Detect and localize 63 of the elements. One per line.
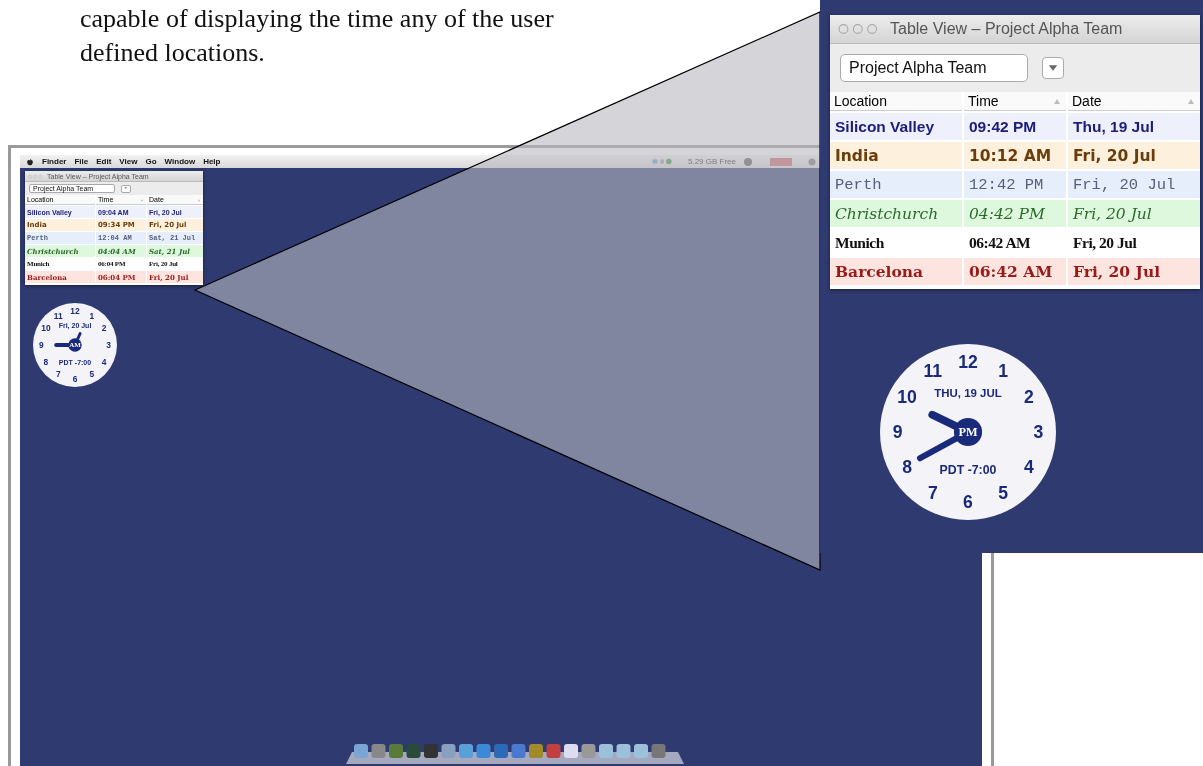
menu-item[interactable]: File (74, 157, 89, 166)
column-header[interactable]: Location (830, 92, 962, 111)
clock-numeral: 12 (958, 351, 978, 372)
clock-numeral: 6 (72, 373, 78, 384)
clock-numeral: 9 (39, 340, 44, 350)
column-header[interactable]: Date (1068, 92, 1200, 111)
clock-numeral: 6 (963, 492, 973, 513)
table-cell: 12:42 PM (964, 171, 1066, 198)
menu-item[interactable]: Help (203, 157, 221, 166)
clock-hands-drawing (54, 332, 82, 352)
table-cell: Christchurch (830, 200, 962, 227)
table-cell: Silicon Valley (830, 113, 962, 140)
table-cell: Fri, 20 Jul (1068, 142, 1200, 169)
disk-status: 5.29 GB Free (687, 157, 736, 166)
clock-numeral: 1 (89, 310, 95, 321)
table-cell: Fri, 20 Jul (1068, 171, 1200, 198)
clock-numeral: 4 (101, 356, 107, 367)
clock-numeral: 12 (70, 306, 80, 317)
menu-item[interactable]: Go (145, 157, 157, 166)
table-cell: Thu, 19 Jul (1068, 113, 1200, 140)
caption-text: capable of displaying the time any of the user defined locations. (80, 3, 554, 69)
window-buttons-icon[interactable] (28, 173, 44, 179)
clock-numeral: 9 (892, 422, 903, 442)
clock-numeral: 3 (106, 340, 111, 350)
table-cell: Fri, 20 Jul (1068, 258, 1200, 285)
table-cell: Perth (830, 171, 962, 198)
clock-numeral: 10 (897, 386, 917, 407)
clock-numeral: 3 (1033, 422, 1044, 442)
clock-numeral: 8 (902, 457, 912, 478)
table-cell: 04:42 PM (964, 200, 1066, 227)
clock-numeral: 7 (927, 482, 938, 503)
clock-numeral: 4 (1024, 457, 1034, 478)
clock-numeral: 10 (41, 323, 51, 334)
table-cell: Fri, 20 Jul (1068, 200, 1200, 227)
clock-date: THU, 19 JUL (934, 386, 1002, 399)
table-cell: India (830, 142, 962, 169)
clock-numeral: 1 (998, 361, 1009, 382)
table-cell: Barcelona (830, 258, 962, 285)
clock-numeral: 2 (1024, 386, 1034, 407)
clock-numeral: 7 (55, 369, 61, 380)
clock-numeral: 5 (89, 369, 95, 380)
table-cell: 10:12 AM (964, 142, 1066, 169)
group-selector[interactable]: Project Alpha Team (840, 54, 1028, 82)
menu-item[interactable]: Window (164, 157, 196, 166)
clock-numeral: 5 (998, 482, 1009, 503)
menu-item[interactable]: View (119, 157, 138, 166)
clock-numeral: 2 (101, 323, 107, 334)
clock-numeral: 8 (43, 356, 49, 367)
apple-icon[interactable] (26, 157, 34, 166)
clock-meridiem: PM (958, 425, 978, 439)
menu-item[interactable]: Edit (96, 157, 112, 166)
dropdown-button[interactable] (1042, 57, 1064, 79)
clock-timezone: PDT -7:00 (939, 463, 997, 478)
menu-item[interactable]: Finder (42, 157, 67, 166)
window-title: Table View – Project Alpha Team (890, 20, 1123, 38)
table-cell: 09:42 PM (964, 113, 1066, 140)
caret-icon (123, 186, 129, 191)
dropdown-button[interactable] (121, 184, 131, 193)
column-header[interactable]: Time (964, 92, 1066, 111)
clock-numeral: 11 (53, 310, 63, 321)
table-cell: 06:42 AM (964, 258, 1066, 285)
clock-numeral: 11 (923, 361, 943, 382)
clock-hands-drawing (917, 410, 983, 462)
